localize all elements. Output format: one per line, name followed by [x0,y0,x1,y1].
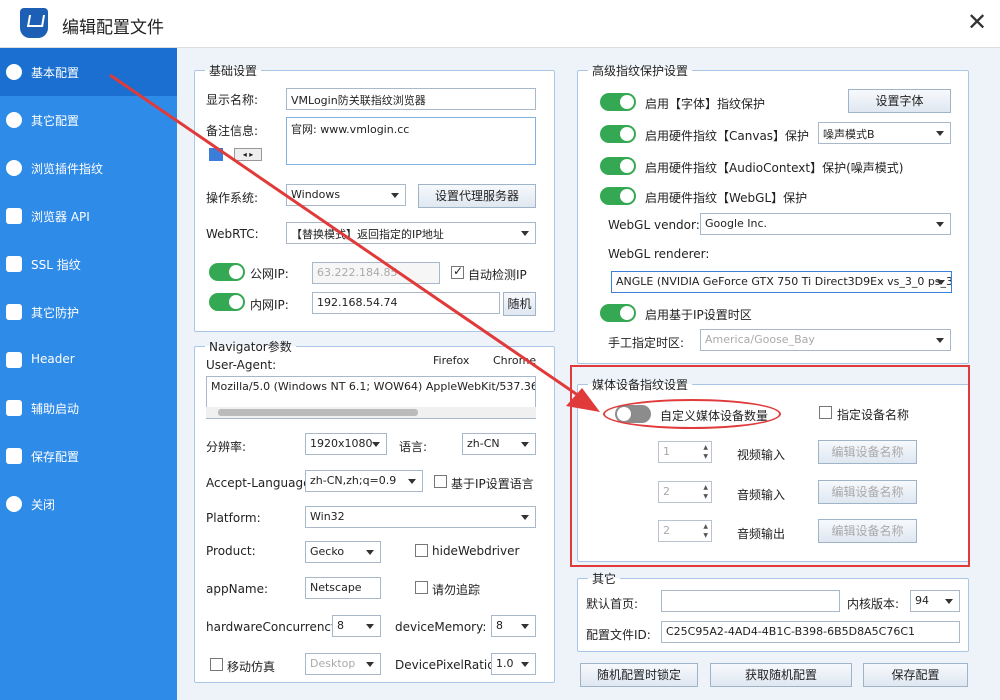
arrow-line [109,73,586,402]
annotation-arrow [109,73,600,412]
